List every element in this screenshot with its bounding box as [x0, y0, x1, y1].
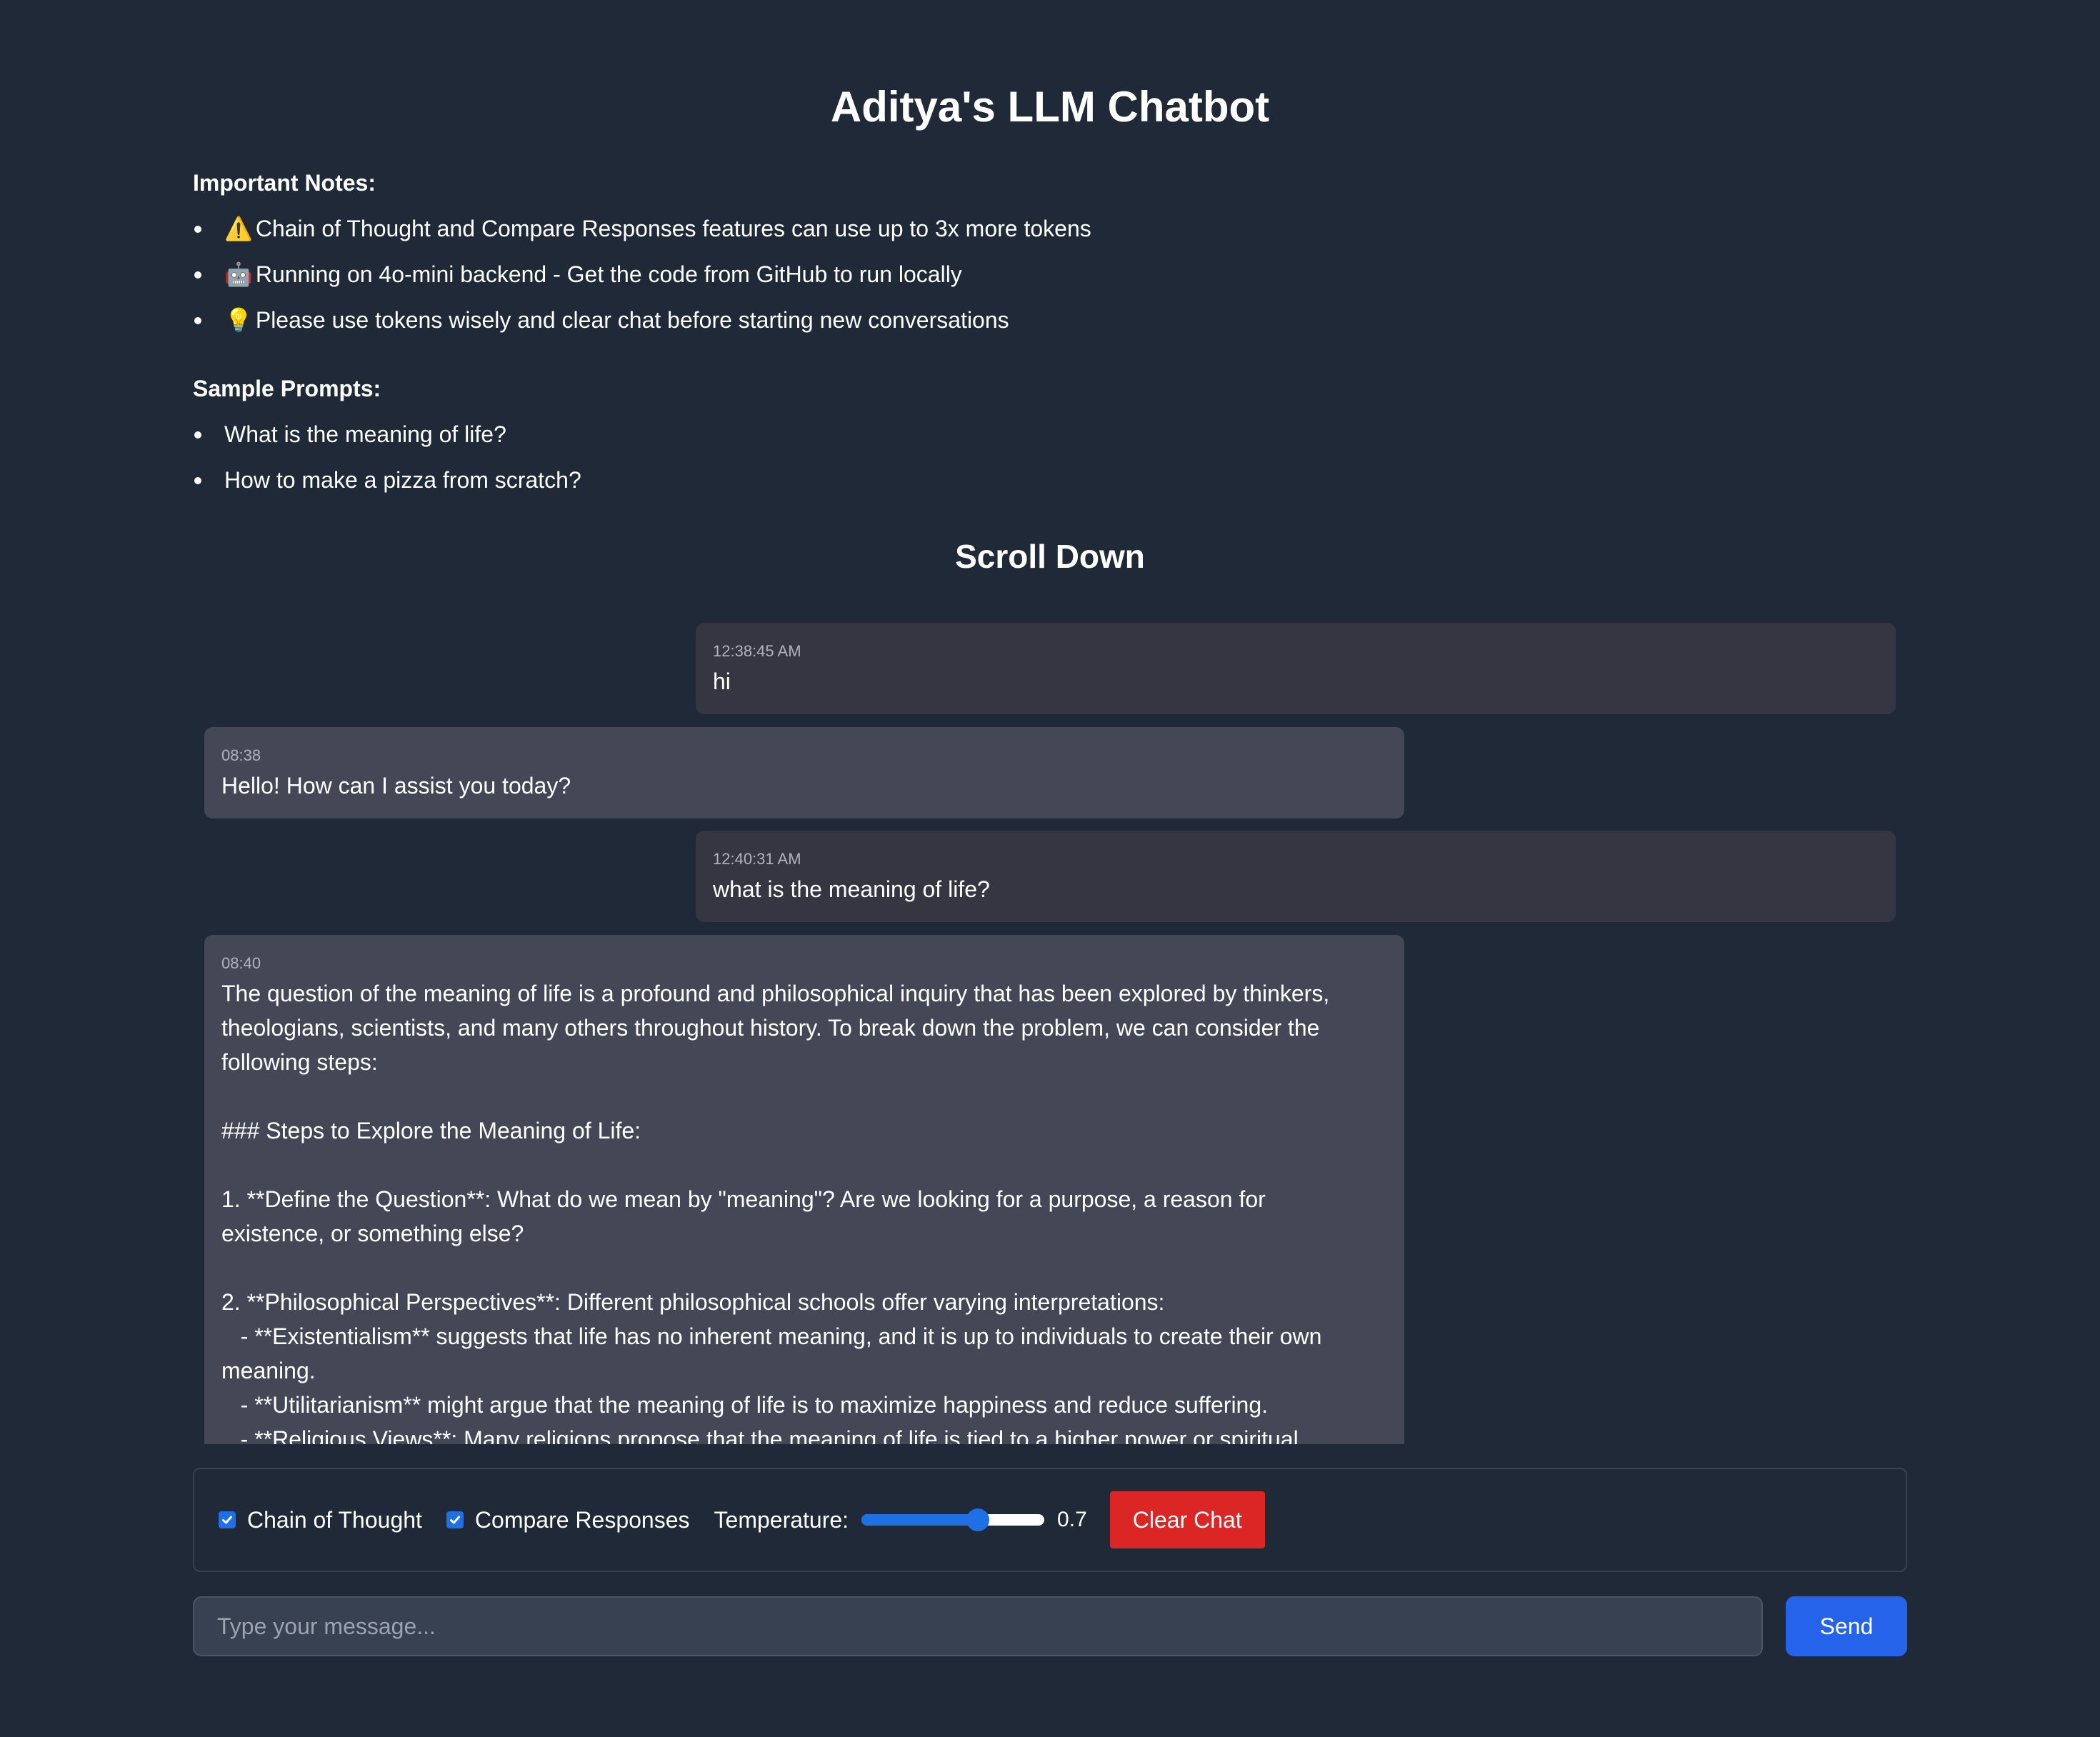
- compare-responses-toggle[interactable]: Compare Responses: [446, 1504, 690, 1536]
- message-input[interactable]: [193, 1596, 1763, 1656]
- user-message: 12:38:45 AM hi: [696, 623, 1896, 714]
- note-text: Running on 4o-mini backend - Get the cod…: [255, 261, 962, 287]
- sample-prompt: How to make a pizza from scratch?: [193, 457, 581, 503]
- chat-controls: Chain of Thought Compare Responses Tempe…: [193, 1468, 1907, 1572]
- page-title: Aditya's LLM Chatbot: [830, 83, 1270, 131]
- lightbulb-icon: 💡: [224, 307, 253, 333]
- temperature-label: Temperature:: [714, 1507, 849, 1533]
- sample-prompts-heading: Sample Prompts:: [193, 376, 381, 401]
- important-notes-heading: Important Notes:: [193, 170, 376, 196]
- message-text: what is the meaning of life?: [713, 876, 990, 902]
- scroll-down-heading: Scroll Down: [955, 538, 1145, 575]
- compare-responses-label[interactable]: Compare Responses: [475, 1504, 690, 1536]
- temperature-slider[interactable]: [861, 1507, 1045, 1533]
- note-item: ⚠️ Chain of Thought and Compare Responses…: [193, 206, 1091, 251]
- warning-icon: ⚠️: [224, 216, 253, 241]
- message-text: The question of the meaning of life is a…: [221, 981, 1330, 1444]
- assistant-message: 08:38 Hello! How can I assist you today?: [204, 727, 1404, 819]
- robot-icon: 🤖: [224, 261, 253, 287]
- sample-prompt: What is the meaning of life?: [193, 411, 581, 457]
- note-text: Please use tokens wisely and clear chat …: [255, 307, 1009, 333]
- message-timestamp: 08:40: [221, 954, 261, 972]
- compare-responses-checkbox[interactable]: [446, 1511, 464, 1528]
- message-text: Hello! How can I assist you today?: [221, 773, 571, 799]
- chain-of-thought-checkbox[interactable]: [219, 1511, 236, 1528]
- slider-fill: [861, 1514, 978, 1526]
- important-notes-list: ⚠️ Chain of Thought and Compare Responses…: [193, 206, 1091, 343]
- message-timestamp: 12:38:45 AM: [713, 642, 801, 660]
- message-text: hi: [713, 669, 731, 694]
- chatbot-page: Aditya's LLM Chatbot Important Notes: ⚠️…: [193, 0, 1907, 1737]
- sample-prompts-list: What is the meaning of life? How to make…: [193, 411, 581, 503]
- message-timestamp: 08:38: [221, 746, 261, 764]
- chat-history[interactable]: 12:38:45 AM hi 08:38 Hello! How can I as…: [193, 621, 1907, 1444]
- chain-of-thought-toggle[interactable]: Chain of Thought: [219, 1504, 422, 1536]
- composer: Send: [193, 1596, 1907, 1656]
- user-message: 12:40:31 AM what is the meaning of life?: [696, 831, 1896, 922]
- note-text: Chain of Thought and Compare Responses f…: [255, 216, 1091, 241]
- message-timestamp: 12:40:31 AM: [713, 850, 801, 868]
- clear-chat-button[interactable]: Clear Chat: [1109, 1491, 1265, 1548]
- checkmark-icon: [449, 1516, 460, 1524]
- checkmark-icon: [222, 1516, 232, 1524]
- send-button[interactable]: Send: [1786, 1596, 1907, 1656]
- slider-thumb[interactable]: [966, 1508, 989, 1531]
- chain-of-thought-label[interactable]: Chain of Thought: [247, 1504, 422, 1536]
- temperature-value: 0.7: [1057, 1508, 1087, 1531]
- assistant-message: 08:40 The question of the meaning of lif…: [204, 935, 1404, 1444]
- note-item: 💡 Please use tokens wisely and clear chat…: [193, 297, 1091, 343]
- slider-track: [861, 1514, 1045, 1526]
- note-item: 🤖 Running on 4o-mini backend - Get the co…: [193, 251, 1091, 297]
